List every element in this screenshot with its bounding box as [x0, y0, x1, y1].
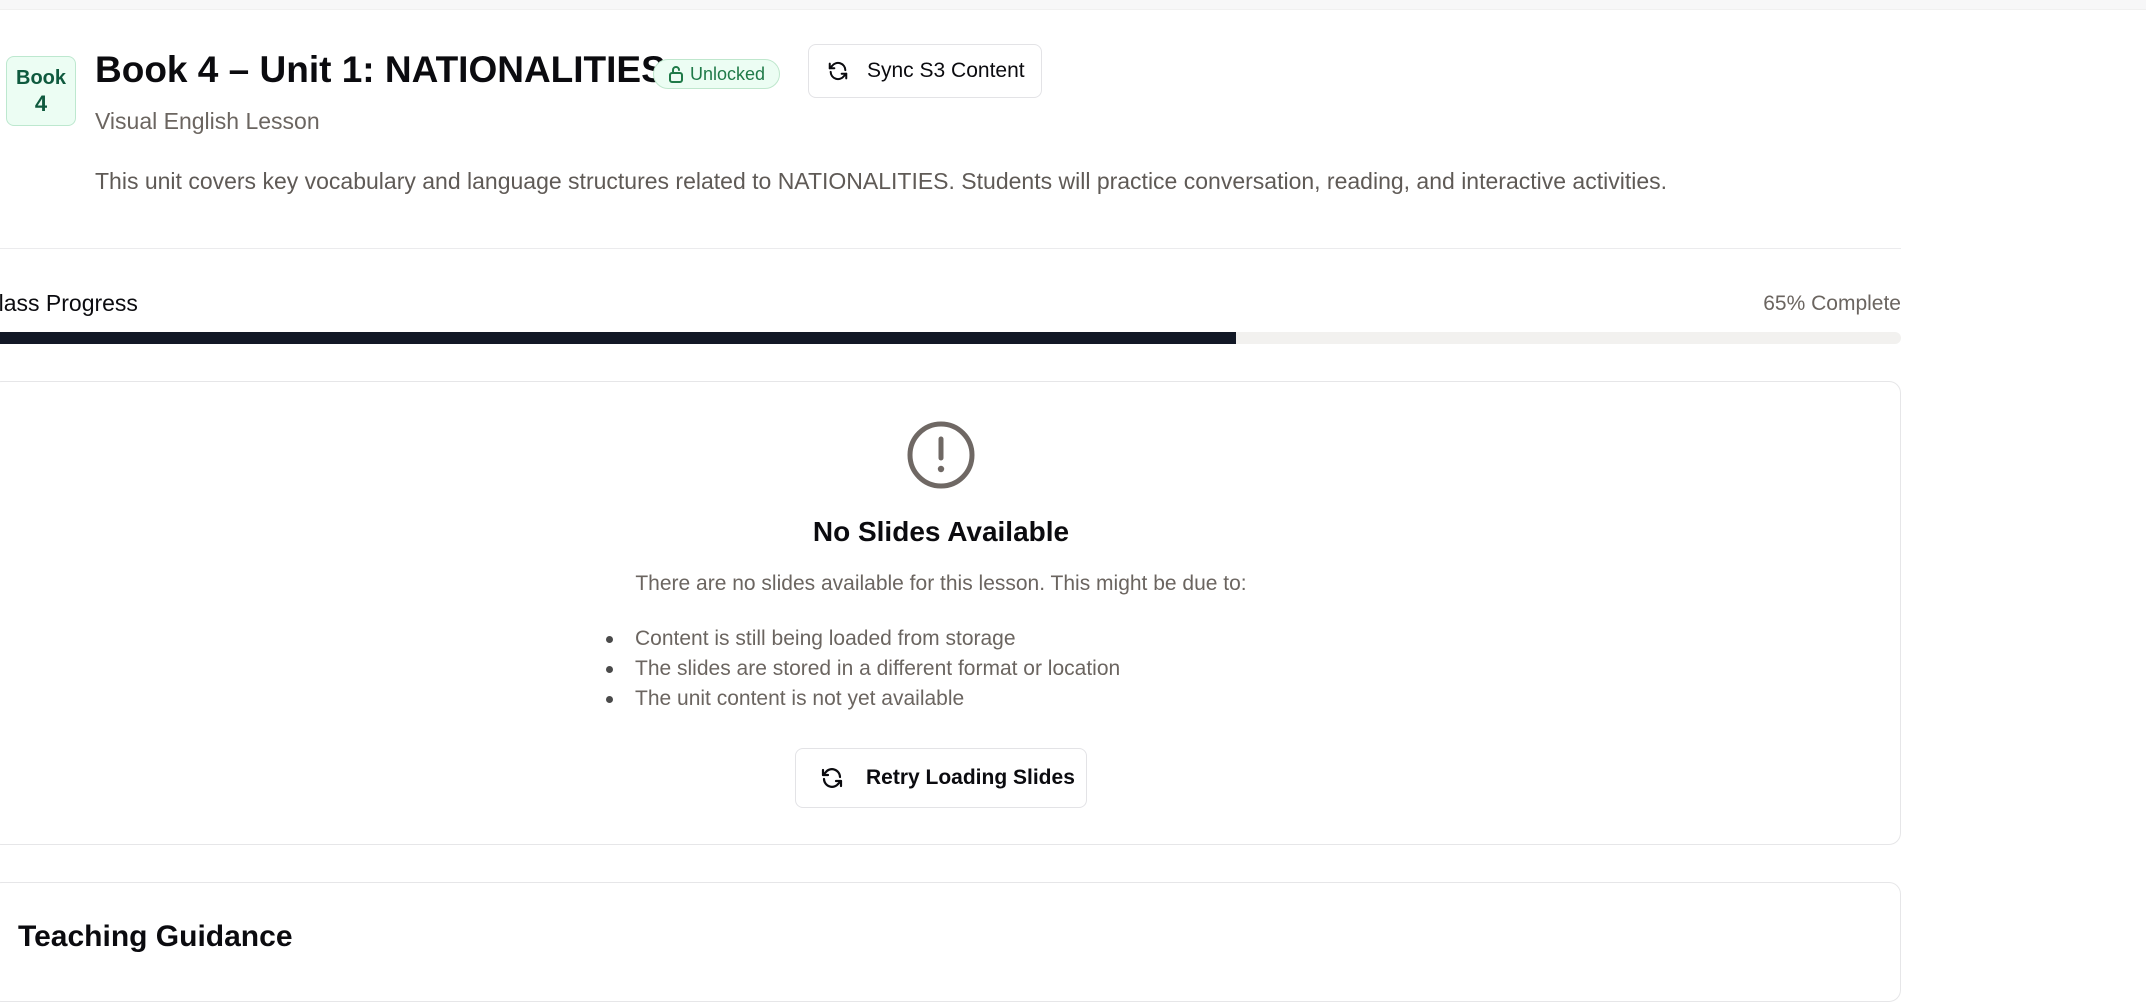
progress-value: 65% Complete [1763, 292, 1901, 315]
list-item: Content is still being loaded from stora… [606, 624, 1120, 654]
unlock-icon [668, 65, 684, 83]
page-title: Book 4 – Unit 1: NATIONALITIES [95, 49, 666, 90]
progress-bar [0, 332, 1901, 344]
book-badge-label: Book [16, 67, 66, 89]
sync-button-label: Sync S3 Content [867, 59, 1025, 82]
empty-state-title: No Slides Available [812, 516, 1070, 547]
progress-label: Class Progress [0, 290, 138, 316]
list-item: The unit content is not yet available [606, 684, 1120, 714]
unit-description: This unit covers key vocabulary and lang… [95, 168, 1667, 194]
status-badge-label: Unlocked [690, 64, 766, 84]
status-badge: Unlocked [653, 59, 781, 89]
refresh-icon [827, 60, 849, 82]
book-badge-number: 4 [34, 91, 48, 116]
teaching-guidance-title: Teaching Guidance [18, 920, 293, 953]
sync-s3-content-button[interactable]: Sync S3 Content [808, 44, 1042, 98]
header-divider [0, 248, 1901, 249]
reasons-list: Content is still being loaded from stora… [606, 624, 1120, 714]
retry-button-label: Retry Loading Slides [866, 766, 1075, 789]
list-item: The slides are stored in a different for… [606, 654, 1120, 684]
progress-bar-fill [0, 332, 1236, 344]
empty-state-text: There are no slides available for this l… [635, 572, 1247, 595]
book-badge: Book 4 [6, 56, 76, 126]
alert-circle-icon [906, 420, 976, 490]
refresh-icon [820, 766, 844, 790]
page-subtitle: Visual English Lesson [95, 108, 320, 134]
retry-loading-slides-button[interactable]: Retry Loading Slides [795, 748, 1087, 808]
top-bar [0, 0, 2146, 10]
